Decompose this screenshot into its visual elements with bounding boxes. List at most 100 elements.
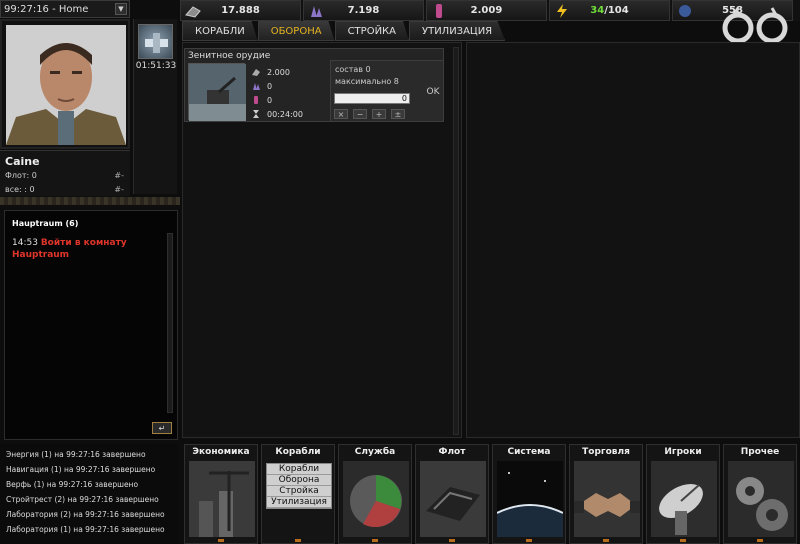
chat-enter-button[interactable]: ↵ <box>152 422 172 434</box>
nav-fleet[interactable]: Флот <box>415 444 489 544</box>
avatar[interactable] <box>6 25 126 145</box>
metal-icon <box>252 69 260 76</box>
satellite-icon <box>145 33 168 53</box>
nav-system-label: Система <box>507 447 551 457</box>
defense-image[interactable] <box>188 63 246 121</box>
stock-count: состав 0 <box>335 65 371 74</box>
nav-trade[interactable]: Торговля <box>569 444 643 544</box>
gears-icon <box>728 461 794 537</box>
energy-used: 34 <box>590 5 605 16</box>
nav-indicator <box>757 539 763 542</box>
chevron-down-icon[interactable]: ▼ <box>115 3 127 15</box>
chat-message-time: 14:53 <box>12 238 38 248</box>
build-time-value: 00:24:00 <box>267 109 303 119</box>
submenu-recycle[interactable]: Утилизация <box>267 497 331 508</box>
event-item[interactable]: Лаборатория (2) на 99:27:16 завершено <box>6 510 165 519</box>
cost-crystal: 0 <box>251 81 272 91</box>
chat-scrollbar[interactable] <box>167 233 173 413</box>
nav-players[interactable]: Игроки <box>646 444 720 544</box>
decrement-button[interactable]: − <box>353 109 367 119</box>
chat-panel: Hauptraum (6) 14:53 Войти в комнату Haup… <box>4 210 178 440</box>
deuterium-icon <box>436 4 442 18</box>
event-item[interactable]: Стройтрест (2) на 99:27:16 завершено <box>6 495 159 504</box>
increment-button[interactable]: + <box>372 109 386 119</box>
planet-name: 99:27:16 - Home <box>4 3 89 15</box>
antiair-gun-icon <box>189 64 246 121</box>
cost-metal-value: 2.000 <box>267 67 290 77</box>
event-item[interactable]: Навигация (1) на 99:27:16 завершено <box>6 465 155 474</box>
tab-ships[interactable]: КОРАБЛИ <box>182 21 258 41</box>
resource-metal[interactable]: 17.888 <box>180 0 301 21</box>
deuterium-icon <box>254 96 258 104</box>
radar-chart-icon <box>343 461 409 537</box>
max-count: максимально 8 <box>335 77 399 86</box>
nav-service[interactable]: Служба <box>338 444 412 544</box>
nav-economy[interactable]: Экономика <box>184 444 258 544</box>
ok-button[interactable]: OK <box>423 85 443 99</box>
nav-trade-label: Торговля <box>582 447 630 457</box>
player-fleet-rank[interactable]: #- <box>114 171 124 180</box>
build-time: 00:24:00 <box>251 109 303 119</box>
defense-name[interactable]: Зенитное орудие <box>188 51 270 61</box>
nav-indicator <box>449 539 455 542</box>
submenu-build[interactable]: Стройка <box>267 486 331 497</box>
planet-selector[interactable]: 99:27:16 - Home ▼ <box>0 0 130 18</box>
bottom-navigation: Экономика Корабли Корабли Оборона Стройк… <box>184 444 800 544</box>
quantity-input[interactable]: 0 <box>334 93 410 104</box>
player-info: Caine Флот: 0 #- все: : 0 #- <box>0 150 130 196</box>
darkmatter-icon <box>679 5 691 17</box>
mission-panel: 01:51:33 <box>133 19 177 194</box>
tab-recycle[interactable]: УТИЛИЗАЦИЯ <box>409 21 506 41</box>
event-item[interactable]: Верфь (1) на 99:27:16 завершено <box>6 480 138 489</box>
submenu-defense[interactable]: Оборона <box>267 475 331 486</box>
crystal-value: 7.198 <box>347 5 380 16</box>
nav-indicator <box>680 539 686 542</box>
mission-timer: 01:51:33 <box>135 61 177 71</box>
events-list: Энергия (1) на 99:27:16 завершено Навига… <box>0 444 178 544</box>
build-list-scrollbar[interactable] <box>453 47 459 435</box>
nav-ships-label: Корабли <box>275 447 321 457</box>
nav-other-label: Прочее <box>740 447 780 457</box>
planet-icon <box>497 461 563 537</box>
hourglass-icon <box>253 110 259 118</box>
submenu-ships[interactable]: Корабли <box>267 464 331 475</box>
spaceship-icon <box>420 461 486 537</box>
player-name[interactable]: Caine <box>5 155 40 168</box>
nav-indicator <box>526 539 532 542</box>
ships-submenu: Корабли Оборона Стройка Утилизация <box>266 463 332 509</box>
crane-icon <box>189 461 255 537</box>
player-all-rank[interactable]: #- <box>114 185 124 194</box>
cost-deuterium: 0 <box>251 95 272 105</box>
resource-energy[interactable]: 34/104 <box>549 0 670 21</box>
tab-build[interactable]: СТРОЙКА <box>334 21 409 41</box>
clear-button[interactable]: × <box>334 109 348 119</box>
resource-deuterium[interactable]: 2.009 <box>426 0 547 21</box>
crystal-icon <box>311 6 322 17</box>
event-item[interactable]: Лаборатория (1) на 99:27:16 завершено <box>6 525 165 534</box>
nav-ships[interactable]: Корабли Корабли Оборона Стройка Утилизац… <box>261 444 335 544</box>
order-controls: состав 0 максимально 8 0 OK × − + ± <box>330 60 444 122</box>
handshake-icon <box>574 461 640 537</box>
avatar-portrait-icon <box>6 25 126 145</box>
energy-icon <box>557 4 567 18</box>
deuterium-value: 2.009 <box>470 5 503 16</box>
tab-defense[interactable]: ОБОРОНА <box>257 21 335 41</box>
event-item[interactable]: Энергия (1) на 99:27:16 завершено <box>6 450 146 459</box>
queue-panel <box>466 42 800 438</box>
max-button[interactable]: ± <box>391 109 405 119</box>
nav-indicator <box>295 539 301 542</box>
cost-metal: 2.000 <box>251 67 290 77</box>
nav-other[interactable]: Прочее <box>723 444 797 544</box>
nav-indicator <box>372 539 378 542</box>
chat-room-title[interactable]: Hauptraum (6) <box>12 219 78 228</box>
metal-icon <box>185 6 201 18</box>
resource-bar: 17.888 7.198 2.009 34/104 558 <box>180 0 800 21</box>
nav-system[interactable]: Система <box>492 444 566 544</box>
mission-thumbnail[interactable] <box>138 24 173 59</box>
avatar-frame <box>0 19 130 149</box>
resource-crystal[interactable]: 7.198 <box>303 0 424 21</box>
chat-message: 14:53 Войти в комнату Hauptraum <box>12 237 162 261</box>
nav-economy-label: Экономика <box>192 447 250 457</box>
metal-value: 17.888 <box>221 5 260 16</box>
nav-indicator <box>218 539 224 542</box>
